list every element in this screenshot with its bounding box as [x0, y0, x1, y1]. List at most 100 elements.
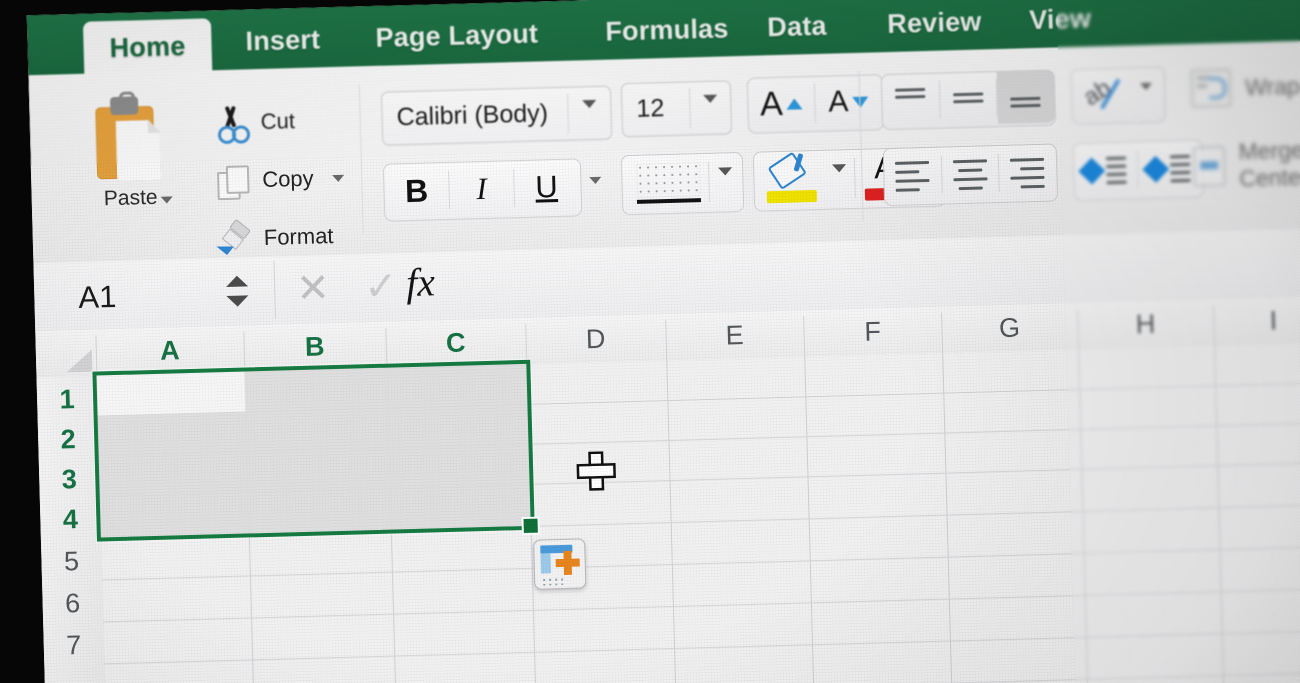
align-right-button[interactable] — [999, 144, 1057, 200]
grow-font-button[interactable]: A — [748, 77, 815, 131]
insert-function-icon[interactable]: fx — [405, 258, 435, 306]
wrap-text-label: Wrap Text — [1244, 71, 1300, 100]
decrease-indent-button[interactable] — [1074, 142, 1138, 198]
ribbon-home-panel: Paste Cut Copy Format Calibri (Body) 12 … — [28, 38, 1300, 267]
format-painter-button[interactable]: Format — [216, 218, 334, 256]
tab-data[interactable]: Data — [767, 1, 828, 58]
tab-view[interactable]: View — [1029, 0, 1092, 50]
align-right-icon — [999, 144, 1057, 200]
font-family-select[interactable]: Calibri (Body) — [380, 85, 613, 146]
select-all-button[interactable] — [53, 336, 94, 375]
align-bottom-button[interactable] — [996, 70, 1055, 125]
font-size-step-group: A A — [746, 74, 885, 134]
copy-dropdown-arrow[interactable] — [332, 174, 345, 182]
row-header-3[interactable]: 3 — [39, 463, 100, 496]
borders-button[interactable] — [620, 151, 745, 216]
name-box-spinner[interactable] — [225, 275, 249, 312]
font-family-chevron-icon — [582, 99, 597, 126]
column-header-h[interactable]: H — [1077, 299, 1214, 349]
underline-button[interactable]: U — [514, 159, 579, 215]
enter-icon[interactable]: ✓ — [364, 263, 399, 310]
font-size-select[interactable]: 12 — [620, 80, 733, 138]
merge-center-label: Merge & Center — [1238, 136, 1300, 192]
triangle-up-icon — [786, 97, 803, 110]
cell-area[interactable] — [92, 340, 1300, 683]
tab-home[interactable]: Home — [82, 18, 213, 78]
text-style-group: B I U — [382, 158, 583, 222]
fill-handle[interactable] — [523, 518, 538, 534]
selection-border — [92, 359, 535, 542]
row-header-7[interactable]: 7 — [43, 629, 104, 662]
align-top-icon — [882, 74, 940, 128]
fill-color-swatch — [766, 189, 818, 204]
align-center-button[interactable] — [942, 146, 1000, 202]
formula-bar-separator — [273, 260, 277, 319]
align-middle-button[interactable] — [940, 72, 998, 126]
row-header-2[interactable]: 2 — [38, 424, 99, 457]
font-size-chevron-icon — [703, 94, 718, 121]
italic-button[interactable]: I — [449, 161, 514, 217]
vertical-align-group — [880, 69, 1057, 131]
scissors-icon — [213, 105, 251, 145]
orientation-button[interactable]: ab — [1070, 66, 1167, 126]
excel-window: Home Insert Page Layout Formulas Data Re… — [26, 0, 1300, 683]
group-separator-1 — [358, 84, 364, 235]
tab-insert[interactable]: Insert — [245, 14, 321, 71]
paintbrush-icon — [216, 218, 251, 256]
borders-chevron-icon — [718, 167, 733, 193]
format-label: Format — [263, 223, 334, 250]
copy-pages-icon — [215, 163, 250, 201]
mouse-cursor — [579, 453, 614, 489]
row-header-1[interactable]: 1 — [37, 384, 98, 417]
tab-review[interactable]: Review — [887, 0, 983, 54]
wrap-text-icon — [1190, 68, 1232, 108]
merge-center-icon — [1192, 145, 1226, 187]
copy-button[interactable]: Copy — [215, 161, 345, 201]
align-bottom-icon — [997, 71, 1055, 125]
tab-page-layout[interactable]: Page Layout — [375, 8, 539, 67]
column-header-d[interactable]: D — [525, 314, 666, 364]
quick-analysis-button[interactable] — [533, 538, 587, 590]
formula-input[interactable] — [466, 237, 1300, 310]
clipboard-icon — [91, 94, 167, 182]
orientation-chevron-icon — [1139, 82, 1153, 108]
column-header-e[interactable]: E — [665, 310, 804, 360]
align-top-button[interactable] — [882, 74, 940, 128]
paste-dropdown-arrow[interactable] — [160, 196, 173, 204]
monitor-bezel: Home Insert Page Layout Formulas Data Re… — [0, 0, 1300, 683]
formula-bar-actions: ✕ ✓ — [296, 264, 399, 314]
column-header-g[interactable]: G — [941, 303, 1078, 353]
align-middle-icon — [940, 72, 998, 126]
shrink-font-label: A — [827, 85, 849, 119]
fill-color-button[interactable] — [754, 151, 829, 209]
column-header-i[interactable]: I — [1213, 296, 1300, 345]
paste-button[interactable]: Paste — [73, 93, 186, 212]
cut-button[interactable]: Cut — [213, 104, 296, 145]
column-header-f[interactable]: F — [803, 307, 942, 357]
align-center-icon — [942, 146, 1000, 202]
merge-center-button[interactable]: Merge & Center ▾ — [1192, 134, 1300, 193]
fill-color-chevron-icon[interactable] — [832, 164, 847, 190]
tab-formulas[interactable]: Formulas — [605, 3, 730, 61]
wrap-text-button[interactable]: Wrap Text — [1190, 66, 1300, 108]
font-family-value: Calibri (Body) — [396, 99, 549, 132]
align-left-icon — [884, 148, 942, 204]
shrink-font-button[interactable]: A — [815, 75, 882, 129]
cancel-icon[interactable]: ✕ — [296, 265, 331, 312]
bold-button[interactable]: B — [384, 163, 449, 219]
copy-label: Copy — [261, 165, 314, 192]
row-header-6[interactable]: 6 — [42, 587, 103, 620]
grow-font-label: A — [759, 84, 784, 123]
border-bottom-bar-icon — [636, 198, 702, 204]
row-header-5[interactable]: 5 — [41, 545, 102, 578]
underline-dropdown-arrow[interactable] — [589, 176, 602, 202]
borders-grid-icon — [635, 162, 701, 198]
name-box-value: A1 — [77, 278, 117, 315]
spinner-up-icon — [225, 275, 249, 287]
horizontal-align-group — [882, 143, 1059, 207]
row-header-4[interactable]: 4 — [40, 503, 101, 536]
align-left-button[interactable] — [884, 148, 942, 204]
monitor-photo: Home Insert Page Layout Formulas Data Re… — [0, 0, 1300, 683]
name-box[interactable]: A1 — [54, 261, 271, 327]
cut-label: Cut — [260, 108, 296, 134]
